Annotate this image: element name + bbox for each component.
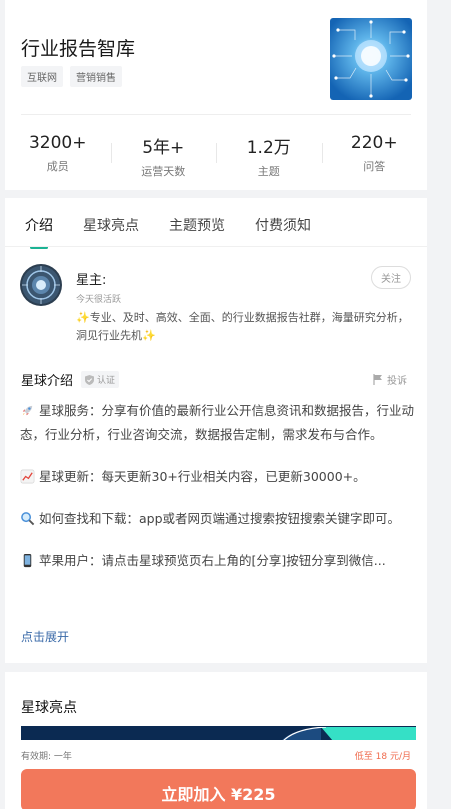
tab-bar: 介绍 星球亮点 主题预览 付费须知: [25, 215, 311, 249]
stat-members: 3200+ 成员: [5, 133, 111, 179]
verified-badge[interactable]: 认证: [81, 371, 120, 388]
owner-name: 星主:: [76, 273, 107, 288]
intro-card: 介绍 星球亮点 主题预览 付费须知 星主: 今天很活跃 关注 ✨专业、及时、高效…: [5, 198, 427, 663]
tab-label: 星球亮点: [83, 218, 139, 234]
rocket-icon: [22, 405, 33, 416]
stat-label: 运营天数: [141, 165, 186, 178]
stat-operating-days: 5年+ 运营天数: [110, 133, 217, 179]
follow-button[interactable]: 关注: [371, 266, 411, 289]
flag-icon: [373, 374, 382, 385]
highlights-title: 星球亮点: [21, 700, 77, 716]
tab-topic-preview[interactable]: 主题预览: [169, 215, 225, 235]
report-label: 投诉: [387, 376, 407, 387]
divider: [5, 246, 427, 247]
owner-description: ✨专业、及时、高效、全面、的行业数据报告社群，海量研究分析，洞见行业先机✨: [76, 311, 409, 342]
stat-value: 5年+: [142, 138, 185, 158]
owner-activity-status: 今天很活跃: [76, 295, 122, 305]
join-button[interactable]: 立即加入 ¥225: [21, 769, 416, 809]
tab-label: 主题预览: [169, 218, 225, 234]
tag-marketing[interactable]: 营销销售: [70, 66, 122, 87]
verified-label: 认证: [97, 376, 116, 386]
report-button[interactable]: 投诉: [373, 372, 407, 387]
planet-header-card: 行业报告智库 互联网 营销销售 3200+ 成员 5年+ 运营天数 1.2万 主…: [5, 0, 427, 190]
intro-paragraph-updates: 星球更新：每天更新30+行业相关内容，已更新30000+。: [20, 465, 415, 489]
stat-value: 3200+: [28, 133, 87, 153]
intro-paragraph-ios: 苹果用户：请点击星球预览页右上角的[分享]按钮分享到微信...: [20, 549, 415, 573]
divider: [21, 114, 411, 115]
paragraph-text: 星球更新：每天更新30+行业相关内容，已更新30000+。: [39, 469, 366, 484]
stat-label: 主题: [257, 165, 280, 178]
chart-increasing-icon: [20, 469, 35, 484]
stats-row: 3200+ 成员 5年+ 运营天数 1.2万 主题 220+ 问答: [5, 133, 427, 179]
magnifier-icon: [21, 512, 35, 526]
stat-qa: 220+ 问答: [321, 133, 428, 179]
intro-body: 星球服务：分享有价值的最新行业公开信息资讯和数据报告，行业动态，行业分析，行业咨…: [20, 399, 415, 573]
shield-check-icon: [85, 374, 95, 385]
paragraph-text: 苹果用户：请点击星球预览页右上角的[分享]按钮分享到微信...: [39, 553, 386, 568]
intro-paragraph-service: 星球服务：分享有价值的最新行业公开信息资讯和数据报告，行业动态，行业分析，行业咨…: [20, 399, 415, 447]
stat-value: 220+: [350, 133, 398, 153]
intro-header: 星球介绍 认证: [21, 370, 120, 389]
owner-avatar[interactable]: [20, 264, 62, 306]
highlights-banner-image[interactable]: [21, 726, 416, 740]
highlights-card: 星球亮点 有效期: 一年 低至 18 元/月 立即加入 ¥225: [5, 672, 427, 809]
stat-value: 1.2万: [246, 138, 291, 158]
tab-payment-notes[interactable]: 付费须知: [255, 215, 311, 235]
expand-link[interactable]: 点击展开: [21, 628, 69, 645]
planet-cover-image: [330, 18, 412, 100]
stat-label: 问答: [363, 160, 386, 173]
intro-title: 星球介绍: [21, 374, 74, 389]
planet-title: 行业报告智库: [21, 38, 136, 60]
monthly-price-text: 低至 18 元/月: [354, 752, 411, 762]
intro-paragraph-search: 如何查找和下载：app或者网页端通过搜索按钮搜索关键字即可。: [20, 507, 415, 531]
tab-label: 介绍: [25, 218, 53, 234]
stat-label: 成员: [46, 160, 69, 173]
tag-list: 互联网 营销销售: [21, 66, 122, 87]
validity-text: 有效期: 一年: [21, 752, 72, 762]
phone-icon: [23, 553, 32, 568]
paragraph-text: 如何查找和下载：app或者网页端通过搜索按钮搜索关键字即可。: [39, 511, 401, 526]
stat-topics: 1.2万 主题: [216, 133, 322, 179]
tab-highlights[interactable]: 星球亮点: [83, 215, 139, 235]
tab-label: 付费须知: [255, 218, 311, 234]
tab-intro[interactable]: 介绍: [25, 215, 53, 249]
paragraph-text: 星球服务：分享有价值的最新行业公开信息资讯和数据报告，行业动态，行业分析，行业咨…: [20, 403, 415, 442]
tag-internet[interactable]: 互联网: [21, 66, 63, 87]
